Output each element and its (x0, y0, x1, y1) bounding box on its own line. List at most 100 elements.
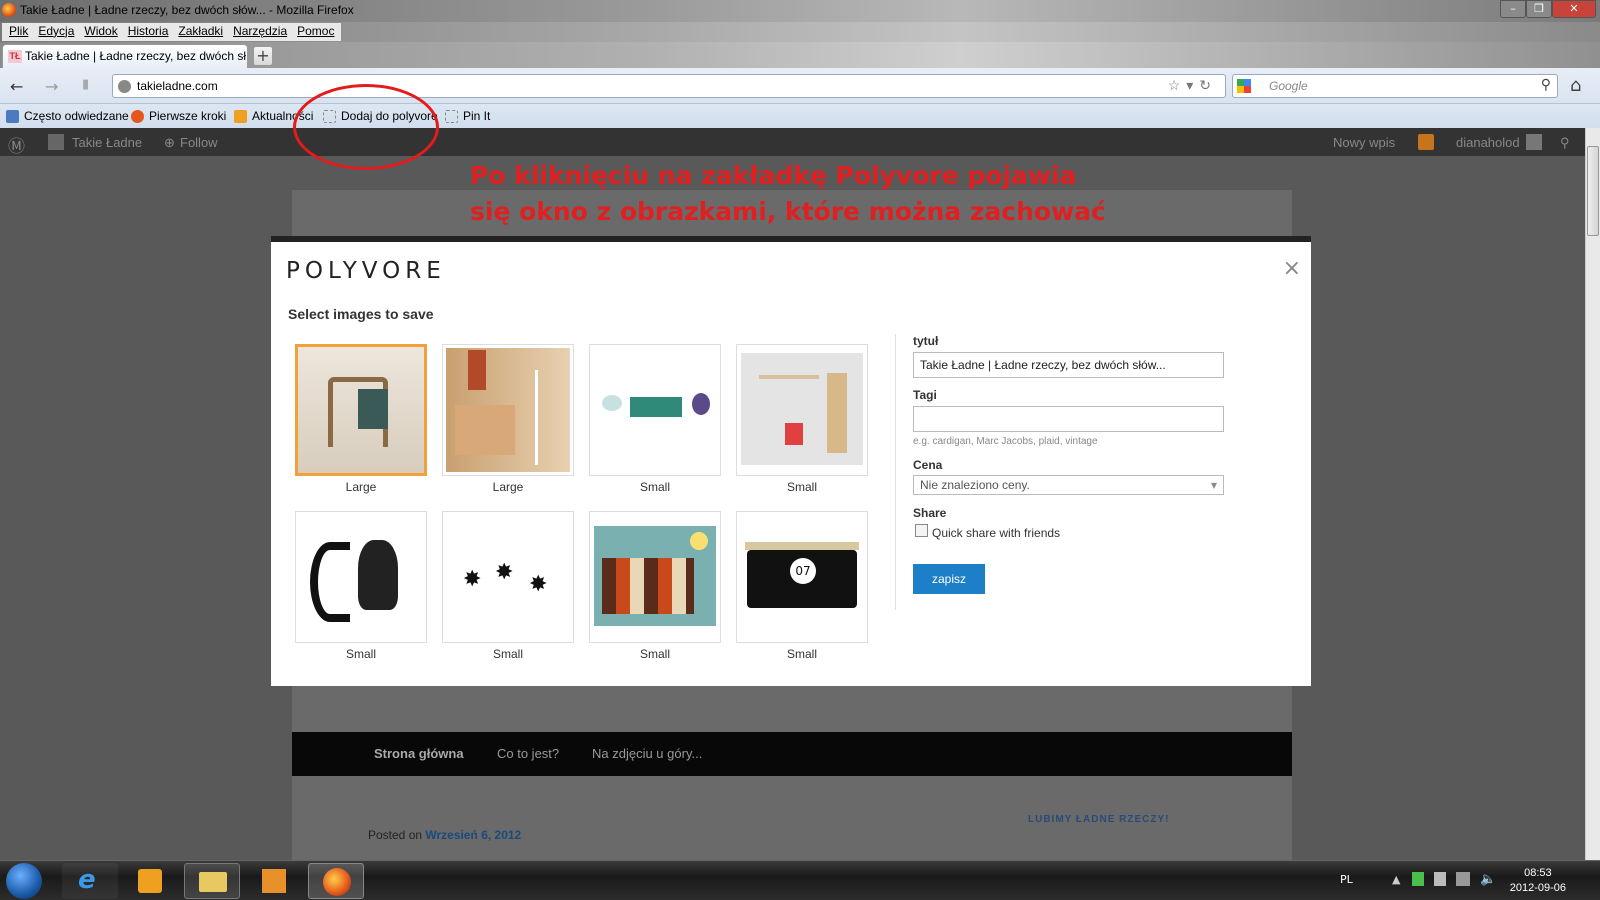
url-text: takieladne.com (137, 79, 218, 93)
window-titlebar: Takie Ładne | Ładne rzeczy, bez dwóch sł… (0, 0, 1600, 22)
menu-historia[interactable]: Historia (123, 23, 174, 41)
notifications-icon[interactable] (1418, 134, 1434, 150)
annotation-circle (293, 84, 439, 170)
system-clock[interactable]: 08:53 2012-09-06 (1510, 866, 1566, 896)
divider (895, 334, 896, 610)
arrow-right-icon[interactable]: → (45, 77, 58, 96)
image-caption: Large (345, 480, 377, 494)
menu-zakladki[interactable]: Zakładki (173, 23, 228, 41)
bookmark-pierwsze[interactable]: Pierwsze kroki (131, 109, 226, 123)
image-caption: Small (492, 647, 523, 661)
tags-hint: e.g. cardigan, Marc Jacobs, plaid, vinta… (913, 436, 1098, 447)
menu-edycja[interactable]: Edycja (33, 23, 79, 41)
maximize-button[interactable]: ❐ (1526, 0, 1552, 18)
nav-photo[interactable]: Na zdjęciu u góry... (592, 746, 702, 761)
tags-field[interactable] (913, 406, 1224, 432)
post-meta: Posted on Wrzesień 6, 2012 (368, 828, 522, 842)
window-title: Takie Ładne | Ładne rzeczy, bez dwóch sł… (20, 3, 354, 17)
number-badge: 07 (790, 558, 816, 584)
image-tile-dancer[interactable] (295, 511, 427, 643)
start-button[interactable] (6, 863, 42, 899)
image-caption: Small (639, 480, 670, 494)
wp-new-post[interactable]: Nowy wpis (1333, 135, 1395, 150)
share-checkbox[interactable] (915, 524, 928, 537)
app-taskbar-icon[interactable] (246, 863, 302, 899)
menu-plik[interactable]: Plik (4, 23, 33, 41)
image-caption: Small (786, 647, 817, 661)
image-tile-commode[interactable]: 07 (736, 511, 868, 643)
firefox-taskbar-icon[interactable] (308, 863, 364, 899)
search-placeholder: Google (1269, 79, 1308, 93)
wp-site-name[interactable]: Takie Ładne (72, 135, 142, 150)
navigation-bar: ← → ▮ takieladne.com ☆▾↻ Google ⚲ ⌂ (0, 68, 1600, 104)
tab-strip: TŁ Takie Ładne | Ładne rzeczy, bez dwóch… (0, 42, 1600, 68)
arrow-left-icon[interactable]: ← (10, 77, 23, 96)
post-date-link[interactable]: Wrzesień 6, 2012 (425, 828, 521, 842)
firefox-icon (2, 3, 16, 17)
tags-label: Tagi (913, 388, 937, 402)
image-tile-bench[interactable] (589, 344, 721, 476)
menu-widok[interactable]: Widok (79, 23, 122, 41)
home-icon[interactable]: ⌂ (1570, 75, 1581, 96)
close-icon[interactable]: × (1283, 256, 1301, 281)
search-icon[interactable]: ⚲ (1541, 76, 1551, 93)
tab-active[interactable]: TŁ Takie Ładne | Ładne rzeczy, bez dwóch… (2, 44, 248, 68)
image-tile-desk[interactable] (736, 344, 868, 476)
bookmarks-toolbar: Często odwiedzane Pierwsze kroki Aktualn… (0, 104, 1600, 128)
volume-muted-icon[interactable]: 🔈 (1480, 872, 1496, 887)
image-tile-chair[interactable] (295, 344, 427, 476)
save-button[interactable]: zapisz (913, 564, 985, 594)
minimize-button[interactable]: – (1500, 0, 1526, 18)
nav-about[interactable]: Co to jest? (497, 746, 559, 761)
image-caption: Small (345, 647, 376, 661)
wordpress-admin-bar: Ⓜ Takie Ładne ⊕ Follow Nowy wpis dianaho… (0, 128, 1585, 156)
share-label: Share (913, 506, 947, 520)
plus-icon: ⊕ (164, 135, 175, 150)
image-tile-dresser[interactable] (589, 511, 721, 643)
search-icon[interactable]: ⚲ (1560, 135, 1570, 151)
polyvore-dialog: POLYVORE × Select images to save Large L… (271, 236, 1311, 686)
price-select[interactable]: Nie znaleziono ceny. ▾ (913, 475, 1224, 495)
annotation-text: Po kliknięciu na zakładkę Polyvore pojaw… (470, 161, 1106, 226)
url-bar[interactable]: takieladne.com ☆▾↻ (112, 74, 1226, 98)
image-tile-lamp[interactable] (442, 344, 574, 476)
sidebar-heading: LUBIMY ŁADNE RZECZY! (1028, 814, 1170, 825)
avatar[interactable] (1526, 134, 1542, 150)
bookmark-czesto[interactable]: Często odwiedzane (6, 109, 129, 123)
bookmark-pinit[interactable]: Pin It (445, 109, 490, 123)
image-caption: Small (639, 647, 670, 661)
menu-bar: Plik Edycja Widok Historia Zakładki Narz… (0, 22, 1600, 42)
media-player-taskbar-icon[interactable] (122, 863, 178, 899)
scrollbar[interactable] (1585, 128, 1600, 860)
scrollbar-thumb[interactable] (1587, 146, 1599, 236)
wp-user[interactable]: dianaholod (1456, 135, 1520, 150)
bat-icon: ✸ (463, 567, 482, 592)
tab-label: Takie Ładne | Ładne rzeczy, bez dwóch sł… (25, 49, 248, 63)
image-tile-bats[interactable]: ✸ ✸ ✸ (442, 511, 574, 643)
nav-home[interactable]: Strona główna (374, 746, 464, 761)
chevron-up-icon[interactable]: ▲ (1392, 873, 1400, 886)
site-icon (48, 134, 64, 150)
bat-icon: ✸ (529, 572, 548, 597)
star-icon[interactable]: ☆▾↻ (1168, 77, 1217, 94)
close-button[interactable]: ✕ (1552, 0, 1596, 18)
new-tab-button[interactable]: + (253, 46, 273, 66)
share-option-label: Quick share with friends (932, 526, 1061, 540)
google-icon (1237, 79, 1251, 93)
menu-narzedzia[interactable]: Narzędzia (228, 23, 292, 41)
ie-taskbar-icon[interactable]: e (62, 863, 118, 899)
tray-app-icon[interactable] (1412, 872, 1424, 886)
site-favicon: TŁ (8, 50, 22, 63)
network-icon[interactable] (1456, 872, 1470, 886)
search-input[interactable]: Google ⚲ (1232, 74, 1558, 98)
battery-icon[interactable] (1434, 872, 1446, 886)
wordpress-icon[interactable]: Ⓜ (8, 132, 25, 157)
menu-pomoc[interactable]: Pomoc (292, 23, 339, 41)
globe-icon (118, 80, 131, 93)
language-indicator[interactable]: PL (1340, 873, 1353, 886)
explorer-taskbar-icon[interactable] (184, 863, 240, 899)
bat-icon: ✸ (495, 560, 514, 585)
image-caption: Large (492, 480, 524, 494)
title-field[interactable]: Takie Ładne | Ładne rzeczy, bez dwóch sł… (913, 352, 1224, 378)
wp-follow[interactable]: Follow (180, 135, 218, 150)
